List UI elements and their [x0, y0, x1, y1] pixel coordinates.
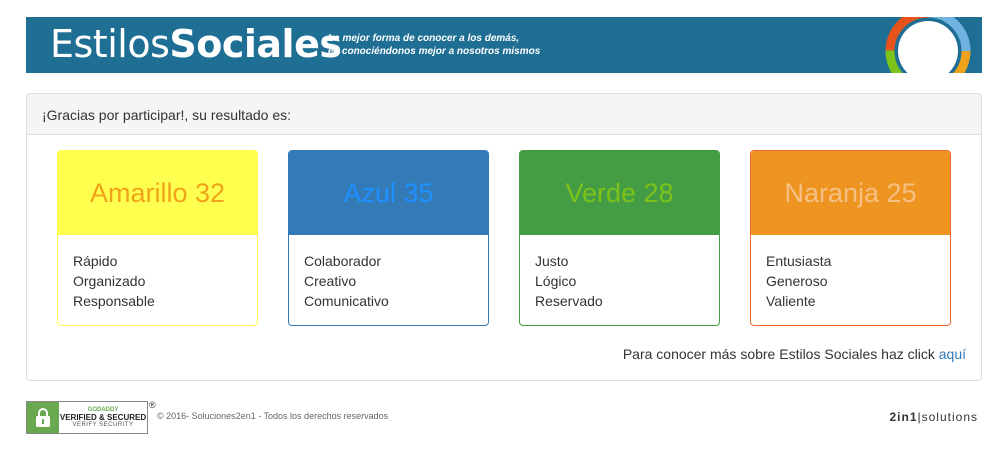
company-rest: |solutions	[917, 410, 978, 424]
trait: Comunicativo	[304, 293, 389, 309]
registered-mark: ®	[149, 400, 156, 410]
more-info-text: Para conocer más sobre Estilos Sociales …	[623, 346, 966, 362]
badge-subtitle: VERIFY SECURITY	[72, 422, 134, 428]
card-traits: Rápido Organizado Responsable	[58, 235, 257, 325]
lock-icon	[27, 402, 59, 433]
more-info-link[interactable]: aquí	[939, 346, 966, 362]
header-banner: EstilosSociales La mejor forma de conoce…	[26, 17, 982, 73]
copyright-text: © 2016- Soluciones2en1 - Todos los derec…	[157, 411, 389, 421]
card-traits: Colaborador Creativo Comunicativo	[289, 235, 488, 325]
company-bold: 2in1	[889, 410, 918, 424]
trait: Responsable	[73, 293, 155, 309]
tagline-line-2: es conociéndonos mejor a nosotros mismos	[328, 46, 541, 57]
trait: Entusiasta	[766, 253, 832, 269]
results-panel: ¡Gracias por participar!, su resultado e…	[26, 93, 982, 381]
card-title: Verde 28	[520, 151, 719, 235]
brand-bold: Sociales	[169, 22, 342, 66]
result-card-naranja: Naranja 25 Entusiasta Generoso Valiente	[750, 150, 951, 326]
card-title: Amarillo 32	[58, 151, 257, 235]
card-traits: Justo Lógico Reservado	[520, 235, 719, 325]
result-card-azul: Azul 35 Colaborador Creativo Comunicativ…	[288, 150, 489, 326]
trait: Valiente	[766, 293, 816, 309]
more-info-label: Para conocer más sobre Estilos Sociales …	[622, 346, 935, 362]
trait: Generoso	[766, 273, 828, 289]
trait: Rápido	[73, 253, 118, 269]
result-card-verde: Verde 28 Justo Lógico Reservado	[519, 150, 720, 326]
ring-logo-icon	[885, 17, 971, 73]
trait: Lógico	[535, 273, 577, 289]
trait: Reservado	[535, 293, 603, 309]
godaddy-security-badge[interactable]: GODADDY VERIFIED & SECURED VERIFY SECURI…	[26, 401, 148, 434]
tagline-line-1: La mejor forma de conocer a los demás,	[328, 33, 520, 44]
badge-title: VERIFIED & SECURED	[59, 413, 147, 422]
card-title: Naranja 25	[751, 151, 950, 235]
card-title: Azul 35	[289, 151, 488, 235]
trait: Creativo	[304, 273, 357, 289]
tagline: La mejor forma de conocer a los demás, e…	[328, 32, 540, 58]
company-logo: 2in1|solutions	[890, 410, 979, 424]
trait: Colaborador	[304, 253, 382, 269]
trait: Justo	[535, 253, 569, 269]
site-logo[interactable]: EstilosSociales	[50, 22, 342, 66]
result-card-amarillo: Amarillo 32 Rápido Organizado Responsabl…	[57, 150, 258, 326]
trait: Organizado	[73, 273, 146, 289]
badge-text: GODADDY VERIFIED & SECURED VERIFY SECURI…	[59, 402, 147, 433]
panel-heading: ¡Gracias por participar!, su resultado e…	[27, 94, 981, 135]
card-traits: Entusiasta Generoso Valiente	[751, 235, 950, 325]
brand-light: Estilos	[50, 22, 170, 66]
